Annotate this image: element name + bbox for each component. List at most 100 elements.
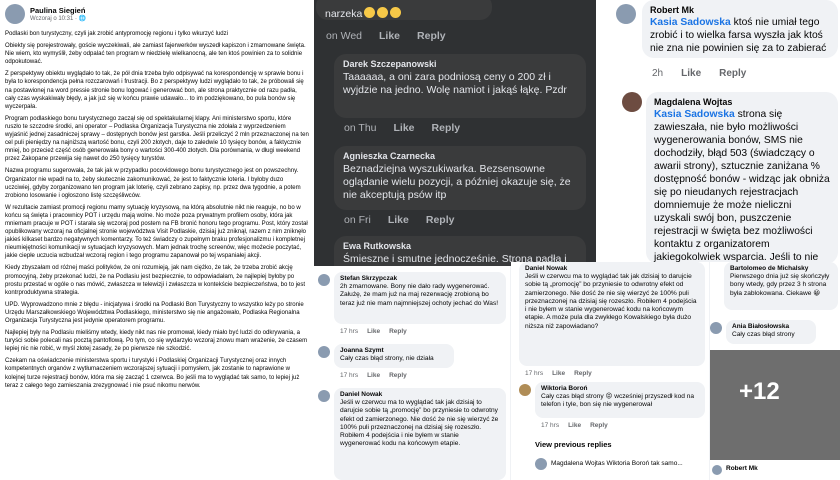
commenter-name[interactable]: Stefan Skrzypczak bbox=[340, 275, 500, 282]
comment-actions: 2h Like Reply bbox=[652, 68, 746, 79]
mini-screenshot-2: Daniel Nowak Jeśli w czerwcu ma to wyglą… bbox=[511, 262, 709, 480]
comment-bubble: Ania Białosłowska Cały czas błąd strony bbox=[726, 320, 816, 344]
commenter-name[interactable]: Ewa Rutkowska bbox=[343, 241, 577, 251]
commenter-name[interactable]: Joanna Szymt bbox=[340, 347, 448, 354]
post-time-text[interactable]: Wczoraj o 10:31 · bbox=[30, 16, 79, 22]
mention-tag[interactable]: Kasia Sadowska bbox=[650, 17, 731, 28]
like-button[interactable]: Like bbox=[379, 30, 400, 42]
comment-text: Cały czas błąd strony 😡 wcześniej przysz… bbox=[541, 393, 695, 409]
comment-time[interactable]: 2h bbox=[652, 68, 663, 79]
commenter-name[interactable]: Robert Mk bbox=[726, 465, 758, 472]
post-paragraph: Kiedy zbyszałam od różnej maści politykó… bbox=[5, 265, 306, 296]
laugh-emoji-icon bbox=[377, 7, 389, 18]
comment-bubble: Robert Mk Kasia Sadowska ktoś nie umiał … bbox=[642, 0, 838, 58]
comment-actions: 17 hrs Like Reply bbox=[340, 372, 407, 379]
like-button[interactable]: Like bbox=[681, 68, 701, 79]
commenter-avatar[interactable] bbox=[318, 390, 330, 402]
collage-root: Paulina Siegień Wczoraj o 10:31 · 🌐 Podl… bbox=[0, 0, 840, 480]
commenter-name[interactable]: Bartolomeo de Michalsky bbox=[730, 265, 832, 272]
comment-text: Cały czas błąd strony, nie działa bbox=[340, 355, 434, 362]
dark-comments-screenshot: narzeka on Wed Like Reply Darek Szczepan… bbox=[314, 0, 596, 266]
commenter-avatar[interactable] bbox=[519, 384, 531, 396]
like-button[interactable]: Like bbox=[394, 122, 415, 134]
post-paragraph: UPD. Wyprowadzono mnie z błędu - inicjat… bbox=[5, 301, 304, 324]
post-paragraph: Z perspektywy obiektu wyglądało to tak, … bbox=[5, 71, 304, 110]
mini-screenshot-3: Bartolomeo de Michalsky Pierwszego dnia … bbox=[710, 262, 840, 480]
globe-icon: 🌐 bbox=[78, 16, 87, 22]
post-header: Paulina Siegień Wczoraj o 10:31 · 🌐 bbox=[5, 4, 309, 24]
view-previous-replies-link[interactable]: View previous replies bbox=[535, 440, 612, 449]
comment-bubble: Darek Szczepanowski Taaaaaa, a oni zara … bbox=[334, 54, 586, 118]
like-button[interactable]: Like bbox=[367, 328, 380, 335]
mention-tag[interactable]: Kasia Sadowska bbox=[654, 109, 735, 120]
comment-text: narzeka bbox=[325, 8, 363, 20]
commenter-avatar[interactable] bbox=[535, 458, 547, 470]
reply-preview[interactable]: Magdalena Wojtas Wiktoria Boroń tak samo… bbox=[551, 460, 683, 467]
comment-bubble: Bartolomeo de Michalsky Pierwszego dnia … bbox=[724, 262, 838, 310]
commenter-avatar[interactable] bbox=[318, 274, 330, 286]
comment-time[interactable]: 17 hrs bbox=[525, 370, 543, 377]
comment-bubble: Joanna Szymt Cały czas błąd strony, nie … bbox=[334, 344, 454, 368]
commenter-name[interactable]: Robert Mk bbox=[650, 5, 830, 15]
comment-text: Jeśli w czerwcu ma to wyglądać tak jak d… bbox=[340, 399, 499, 448]
more-images-count[interactable]: +12 bbox=[739, 378, 780, 406]
comment-time[interactable]: on Thu bbox=[344, 122, 377, 134]
comment-actions: 17 hrs Like Reply bbox=[541, 422, 608, 429]
like-button[interactable]: Like bbox=[552, 370, 565, 377]
post-paragraph: Nazwa programu sugerowała, że tak jak w … bbox=[5, 168, 301, 199]
post-timestamp[interactable]: Wczoraj o 10:31 · 🌐 bbox=[30, 15, 86, 22]
reply-button[interactable]: Reply bbox=[389, 372, 407, 379]
laugh-emoji-icon bbox=[364, 7, 376, 18]
comment-bubble-partial: narzeka bbox=[316, 0, 492, 20]
comment-time[interactable]: 17 hrs bbox=[340, 372, 358, 379]
comment-bubble: Wiktoria Boroń Cały czas błąd strony 😡 w… bbox=[535, 382, 705, 418]
commenter-avatar[interactable] bbox=[616, 4, 636, 24]
comment-text: Cały czas błąd strony bbox=[732, 331, 795, 338]
comment-actions: on Thu Like Reply bbox=[344, 122, 460, 134]
post-paragraph: Program podlaskiego bonu turystycznego z… bbox=[5, 115, 309, 163]
commenter-avatar[interactable] bbox=[712, 465, 722, 475]
reply-button[interactable]: Reply bbox=[719, 68, 746, 79]
comment-bubble: Daniel Nowak Jeśli w czerwcu ma to wyglą… bbox=[519, 262, 705, 366]
post-paragraph: Czekam na oświadczenie ministerstwa spor… bbox=[5, 358, 300, 389]
post-paragraph: Podlaski bon turystyczny, czyli jak zrob… bbox=[5, 31, 229, 37]
comment-text: Jeśli w czerwcu ma to wyglądać tak jak d… bbox=[525, 273, 697, 330]
comment-bubble: Agnieszka Czarnecka Beznadziejna wyszuki… bbox=[334, 146, 586, 210]
laugh-emoji-icon bbox=[390, 7, 402, 18]
commenter-avatar[interactable] bbox=[710, 322, 722, 334]
comment-time[interactable]: 17 hrs bbox=[340, 328, 358, 335]
facebook-post: Paulina Siegień Wczoraj o 10:31 · 🌐 Podl… bbox=[0, 0, 314, 480]
commenter-name[interactable]: Magdalena Wojtas bbox=[654, 97, 830, 107]
reply-button[interactable]: Reply bbox=[417, 30, 446, 42]
commenter-name[interactable]: Daniel Nowak bbox=[340, 391, 500, 398]
commenter-name[interactable]: Ania Białosłowska bbox=[732, 323, 810, 330]
comment-bubble: Daniel Nowak Jeśli w czerwcu ma to wyglą… bbox=[334, 388, 506, 480]
reply-button[interactable]: Reply bbox=[590, 422, 608, 429]
like-button[interactable]: Like bbox=[568, 422, 581, 429]
commenter-name[interactable]: Wiktoria Boroń bbox=[541, 385, 699, 392]
comment-text: strona się zawieszała, nie było możliwoś… bbox=[654, 109, 830, 262]
post-paragraph: Najlepiej były na Podlasiu mieliśmy wted… bbox=[5, 330, 308, 353]
comment-bubble: Magdalena Wojtas Kasia Sadowska strona s… bbox=[646, 92, 838, 262]
comment-time[interactable]: on Wed bbox=[326, 30, 362, 42]
comment-actions: on Wed Like Reply bbox=[326, 30, 446, 42]
comment-text: Taaaaaa, a oni zara podniosą ceny o 200 … bbox=[343, 71, 567, 96]
comment-text: 2h zmarnowane. Bony nie dało rady wygene… bbox=[340, 283, 499, 307]
commenter-name[interactable]: Daniel Nowak bbox=[525, 265, 699, 272]
comment-time[interactable]: on Fri bbox=[344, 214, 371, 226]
reply-button[interactable]: Reply bbox=[432, 122, 461, 134]
post-author[interactable]: Paulina Siegień bbox=[30, 6, 86, 15]
comment-time[interactable]: 17 hrs bbox=[541, 422, 559, 429]
like-button[interactable]: Like bbox=[388, 214, 409, 226]
reply-button[interactable]: Reply bbox=[426, 214, 455, 226]
commenter-name[interactable]: Agnieszka Czarnecka bbox=[343, 151, 577, 161]
reply-button[interactable]: Reply bbox=[389, 328, 407, 335]
author-avatar[interactable] bbox=[5, 4, 25, 24]
reply-button[interactable]: Reply bbox=[574, 370, 592, 377]
comment-text: Beznadziejna wyszukiwarka. Bezsensowne o… bbox=[343, 163, 571, 201]
like-button[interactable]: Like bbox=[367, 372, 380, 379]
commenter-avatar[interactable] bbox=[622, 92, 642, 112]
post-body: Podlaski bon turystyczny, czyli jak zrob… bbox=[5, 30, 309, 390]
commenter-name[interactable]: Darek Szczepanowski bbox=[343, 59, 577, 69]
commenter-avatar[interactable] bbox=[318, 346, 330, 358]
